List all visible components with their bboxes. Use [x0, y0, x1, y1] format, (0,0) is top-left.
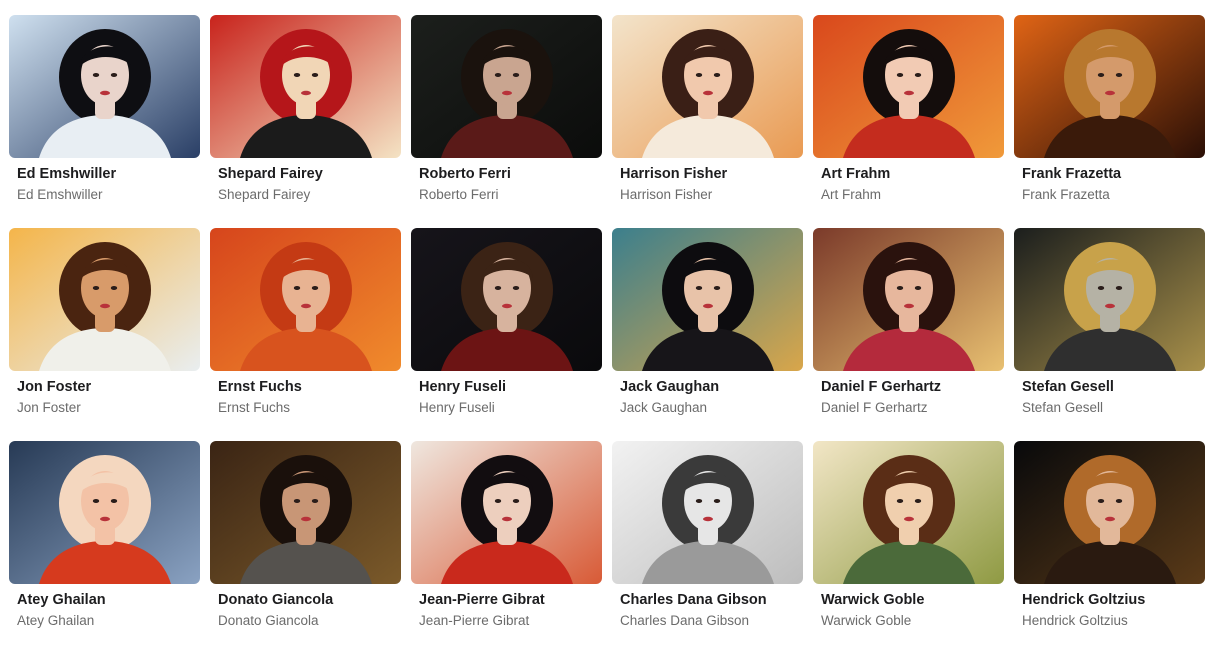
artist-name[interactable]: Jean-Pierre Gibrat: [419, 592, 545, 608]
artist-thumbnail-image[interactable]: [1014, 15, 1205, 158]
portrait-illustration: [210, 441, 401, 584]
artist-thumbnail-image[interactable]: [411, 441, 602, 584]
artist-thumbnail-image[interactable]: [813, 228, 1004, 371]
portrait-illustration: [9, 228, 200, 371]
artist-style-label: Warwick Goble: [821, 613, 912, 628]
artist-thumbnail-image[interactable]: [210, 441, 401, 584]
portrait-illustration: [813, 441, 1004, 584]
artist-thumbnail-image[interactable]: [612, 228, 803, 371]
artist-thumbnail-image[interactable]: [612, 441, 803, 584]
artist-style-label: Roberto Ferri: [419, 187, 499, 202]
artist-card[interactable]: Frank Frazetta Frank Frazetta: [1014, 15, 1205, 219]
portrait-illustration: [210, 228, 401, 371]
artist-thumbnail-image[interactable]: [9, 15, 200, 158]
artist-card[interactable]: Jean-Pierre Gibrat Jean-Pierre Gibrat: [411, 441, 602, 645]
portrait-illustration: [9, 441, 200, 584]
artist-name[interactable]: Roberto Ferri: [419, 166, 511, 182]
artist-name[interactable]: Jack Gaughan: [620, 379, 719, 395]
artist-card[interactable]: Jack Gaughan Jack Gaughan: [612, 228, 803, 432]
artist-name[interactable]: Art Frahm: [821, 166, 890, 182]
artist-thumbnail-image[interactable]: [9, 441, 200, 584]
artist-card[interactable]: Atey Ghailan Atey Ghailan: [9, 441, 200, 645]
artist-style-label: Shepard Fairey: [218, 187, 311, 202]
portrait-illustration: [411, 15, 602, 158]
artist-thumbnail-image[interactable]: [9, 228, 200, 371]
artist-style-label: Ernst Fuchs: [218, 400, 291, 415]
artist-style-label: Henry Fuseli: [419, 400, 495, 415]
artist-style-label: Ed Emshwiller: [17, 187, 103, 202]
portrait-illustration: [1014, 228, 1205, 371]
artist-card[interactable]: Hendrick Goltzius Hendrick Goltzius: [1014, 441, 1205, 645]
artist-name[interactable]: Atey Ghailan: [17, 592, 106, 608]
artist-name[interactable]: Harrison Fisher: [620, 166, 727, 182]
artist-name[interactable]: Warwick Goble: [821, 592, 924, 608]
artist-name[interactable]: Henry Fuseli: [419, 379, 506, 395]
artist-style-label: Donato Giancola: [218, 613, 319, 628]
artist-name[interactable]: Hendrick Goltzius: [1022, 592, 1145, 608]
artist-style-label: Jean-Pierre Gibrat: [419, 613, 530, 628]
portrait-illustration: [210, 15, 401, 158]
artist-thumbnail-image[interactable]: [1014, 228, 1205, 371]
artist-thumbnail-image[interactable]: [612, 15, 803, 158]
artist-style-label: Atey Ghailan: [17, 613, 95, 628]
artist-thumbnail-image[interactable]: [411, 15, 602, 158]
portrait-illustration: [813, 15, 1004, 158]
portrait-illustration: [612, 441, 803, 584]
portrait-illustration: [1014, 441, 1205, 584]
artist-style-label: Hendrick Goltzius: [1022, 613, 1128, 628]
artist-style-label: Daniel F Gerhartz: [821, 400, 928, 415]
artist-thumbnail-image[interactable]: [210, 15, 401, 158]
artist-name[interactable]: Jon Foster: [17, 379, 91, 395]
artist-name[interactable]: Stefan Gesell: [1022, 379, 1114, 395]
artist-style-label: Jack Gaughan: [620, 400, 708, 415]
artist-thumbnail-image[interactable]: [813, 441, 1004, 584]
artist-thumbnail-image[interactable]: [411, 228, 602, 371]
portrait-illustration: [612, 15, 803, 158]
artist-name[interactable]: Shepard Fairey: [218, 166, 323, 182]
artist-name[interactable]: Donato Giancola: [218, 592, 333, 608]
artist-thumbnail-image[interactable]: [210, 228, 401, 371]
artist-card[interactable]: Henry Fuseli Henry Fuseli: [411, 228, 602, 432]
artist-card[interactable]: Charles Dana Gibson Charles Dana Gibson: [612, 441, 803, 645]
artist-thumbnail-image[interactable]: [1014, 441, 1205, 584]
artist-name[interactable]: Ed Emshwiller: [17, 166, 116, 182]
artist-style-label: Frank Frazetta: [1022, 187, 1110, 202]
artist-card[interactable]: Warwick Goble Warwick Goble: [813, 441, 1004, 645]
portrait-illustration: [411, 441, 602, 584]
portrait-illustration: [1014, 15, 1205, 158]
artist-card[interactable]: Roberto Ferri Roberto Ferri: [411, 15, 602, 219]
artist-card[interactable]: Art Frahm Art Frahm: [813, 15, 1004, 219]
portrait-illustration: [612, 228, 803, 371]
artist-card[interactable]: Stefan Gesell Stefan Gesell: [1014, 228, 1205, 432]
artist-name[interactable]: Charles Dana Gibson: [620, 592, 767, 608]
artist-style-label: Art Frahm: [821, 187, 882, 202]
artist-card[interactable]: Daniel F Gerhartz Daniel F Gerhartz: [813, 228, 1004, 432]
artist-style-label: Jon Foster: [17, 400, 81, 415]
artist-card[interactable]: Jon Foster Jon Foster: [9, 228, 200, 432]
artist-name[interactable]: Daniel F Gerhartz: [821, 379, 941, 395]
artist-thumbnail-image[interactable]: [813, 15, 1004, 158]
artist-card[interactable]: Donato Giancola Donato Giancola: [210, 441, 401, 645]
artist-card[interactable]: Harrison Fisher Harrison Fisher: [612, 15, 803, 219]
artist-grid: Ed Emshwiller Ed Emshwiller Shepard Fairey…: [9, 15, 1205, 645]
portrait-illustration: [813, 228, 1004, 371]
artist-card[interactable]: Shepard Fairey Shepard Fairey: [210, 15, 401, 219]
artist-card[interactable]: Ernst Fuchs Ernst Fuchs: [210, 228, 401, 432]
artist-name[interactable]: Frank Frazetta: [1022, 166, 1121, 182]
artist-style-label: Stefan Gesell: [1022, 400, 1104, 415]
artist-name[interactable]: Ernst Fuchs: [218, 379, 302, 395]
portrait-illustration: [9, 15, 200, 158]
artist-style-label: Harrison Fisher: [620, 187, 713, 202]
portrait-illustration: [411, 228, 602, 371]
artist-style-label: Charles Dana Gibson: [620, 613, 750, 628]
artist-card[interactable]: Ed Emshwiller Ed Emshwiller: [9, 15, 200, 219]
